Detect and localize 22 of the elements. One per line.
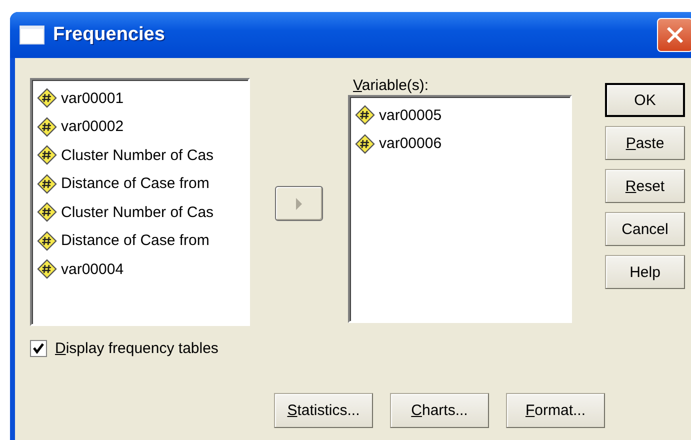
dialog-button[interactable]: Charts... [390,393,489,428]
dialog-button[interactable]: OK [605,83,685,117]
selected-variable-list[interactable]: var00005 var00006 [348,95,572,323]
variable-item[interactable]: Distance of Case from [37,226,248,255]
dialog-button[interactable]: Reset [605,169,685,203]
source-variable-list[interactable]: var00001 var00002 Cluster Number of Cas Distance of Case from Cluster Number of Cas Distance of Case from var00004 [30,78,250,326]
dialog-button[interactable]: Statistics... [274,393,373,428]
variable-item[interactable]: var00004 [37,255,248,284]
variable-item[interactable]: Distance of Case from [37,170,248,198]
checkbox-label[interactable]: Display frequency tables [55,340,218,357]
variable-item[interactable]: Cluster Number of Cas [37,141,248,170]
variable-item[interactable]: var00005 [355,101,570,130]
variable-item[interactable]: var00002 [37,112,248,141]
variable-item[interactable]: var00006 [355,130,570,158]
dialog-button[interactable]: Help [605,255,685,289]
window-title: Frequencies [53,24,165,46]
variables-label: Variable(s): [352,78,430,95]
dialog-button[interactable]: Cancel [605,212,685,246]
dialog-button[interactable]: Paste [605,126,685,160]
variable-item[interactable]: Cluster Number of Cas [37,198,248,226]
dialog-button[interactable]: Format... [506,393,605,428]
variable-item[interactable]: var00001 [37,84,248,112]
